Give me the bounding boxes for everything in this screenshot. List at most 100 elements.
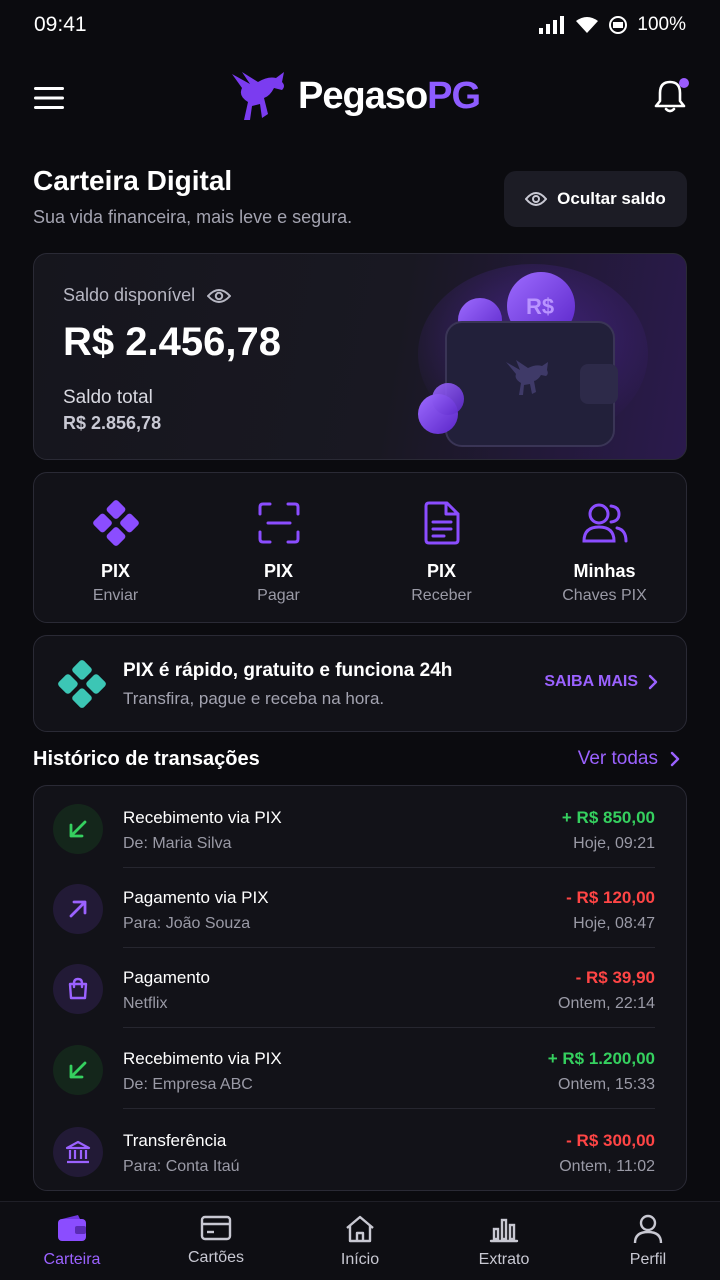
transaction-icon bbox=[53, 964, 103, 1014]
svg-text:R$: R$ bbox=[526, 294, 554, 319]
quick-action-pix-keys[interactable]: Minhas Chaves PIX bbox=[523, 473, 686, 622]
arrow-down-left-icon bbox=[69, 820, 87, 838]
logo-text-main: Pegaso bbox=[298, 74, 428, 117]
transaction-amount: + R$ 1.200,00 bbox=[547, 1049, 655, 1068]
logo-text: PegasoPG bbox=[298, 74, 481, 118]
transaction-party: De: Maria Silva bbox=[123, 835, 232, 852]
arrow-down-left-icon bbox=[69, 1061, 87, 1079]
quick-action-title: Minhas bbox=[573, 561, 636, 581]
signal-icon bbox=[539, 16, 565, 34]
nav-tab-perfil[interactable]: Perfil bbox=[576, 1202, 720, 1280]
transaction-date: Ontem, 15:33 bbox=[558, 1076, 655, 1093]
transaction-date: Ontem, 22:14 bbox=[558, 995, 655, 1012]
available-balance-row: Saldo disponível bbox=[63, 285, 232, 306]
bank-icon bbox=[65, 1140, 91, 1164]
nav-tab-extrato[interactable]: Extrato bbox=[432, 1202, 576, 1280]
transaction-amount: - R$ 120,00 bbox=[566, 888, 655, 907]
transaction-amount: - R$ 39,90 bbox=[575, 968, 655, 987]
transaction-date: Ontem, 11:02 bbox=[559, 1158, 655, 1175]
transaction-party: Netflix bbox=[123, 995, 168, 1012]
transaction-date: Hoje, 08:47 bbox=[573, 915, 655, 932]
notifications-button[interactable] bbox=[653, 77, 689, 119]
quick-action-subtitle: Receber bbox=[411, 587, 472, 604]
nav-label: Cartões bbox=[187, 1249, 245, 1266]
quick-action-pix-send[interactable]: PIX Enviar bbox=[34, 473, 197, 622]
balance-card: Saldo disponível R$ 2.456,78 Saldo total… bbox=[33, 253, 687, 460]
transaction-row[interactable]: Transferência Para: Conta Itaú - R$ 300,… bbox=[34, 1111, 688, 1191]
transaction-icon bbox=[53, 804, 103, 854]
nav-tab-carteira[interactable]: Carteira bbox=[0, 1202, 144, 1280]
transaction-icon bbox=[53, 884, 103, 934]
pix-banner-title: PIX é rápido, gratuito e funciona 24h bbox=[123, 660, 453, 681]
quick-action-title: PIX bbox=[426, 561, 456, 581]
arrow-up-right-icon bbox=[69, 900, 87, 918]
transaction-party: Para: Conta Itaú bbox=[123, 1158, 240, 1175]
app-logo: PegasoPG bbox=[228, 66, 481, 126]
chevron-right-icon bbox=[670, 751, 680, 767]
transaction-row[interactable]: Recebimento via PIX De: Empresa ABC + R$… bbox=[34, 1029, 688, 1109]
transaction-amount: - R$ 300,00 bbox=[566, 1131, 655, 1150]
transaction-row[interactable]: Recebimento via PIX De: Maria Silva + R$… bbox=[34, 788, 688, 868]
pix-teal-icon bbox=[58, 660, 106, 708]
quick-action-subtitle: Chaves PIX bbox=[562, 587, 647, 604]
eye-icon bbox=[525, 192, 548, 206]
total-balance-value: R$ 2.856,78 bbox=[63, 413, 162, 433]
quick-action-pix-pay[interactable]: PIX Pagar bbox=[197, 473, 360, 622]
transaction-icon bbox=[53, 1127, 103, 1177]
pix-banner-subtitle: Transfira, pague e receba na hora. bbox=[123, 689, 385, 708]
available-balance-value: R$ 2.456,78 bbox=[63, 320, 281, 364]
status-bar: 09:41 100% bbox=[0, 0, 720, 50]
transaction-icon bbox=[53, 1045, 103, 1095]
shopping-bag-icon bbox=[68, 977, 88, 1000]
history-title: Histórico de transações bbox=[33, 748, 260, 770]
total-balance-label: Saldo total bbox=[63, 387, 153, 408]
available-balance-label: Saldo disponível bbox=[63, 285, 196, 305]
transaction-row[interactable]: Pagamento via PIX Para: João Souza - R$ … bbox=[34, 868, 688, 948]
page-title: Carteira Digital bbox=[33, 165, 233, 196]
battery-icon bbox=[609, 16, 628, 34]
chart-icon bbox=[489, 1218, 519, 1243]
transaction-party: Para: João Souza bbox=[123, 915, 251, 932]
nav-label: Carteira bbox=[43, 1251, 101, 1268]
quick-action-pix-receive[interactable]: PIX Receber bbox=[360, 473, 523, 622]
quick-action-title: PIX bbox=[263, 561, 293, 581]
wallet-illustration: R$ bbox=[418, 264, 648, 447]
card-icon bbox=[200, 1215, 232, 1241]
nav-label: Perfil bbox=[629, 1251, 667, 1268]
notification-dot bbox=[679, 77, 689, 88]
quick-actions: PIX Enviar PIX Pagar PIX Receber Minhas … bbox=[33, 472, 687, 623]
transaction-title: Pagamento via PIX bbox=[123, 888, 269, 907]
transaction-party: De: Empresa ABC bbox=[123, 1076, 253, 1093]
page-subtitle: Sua vida financeira, mais leve e segura. bbox=[33, 207, 353, 227]
eye-toggle-icon[interactable] bbox=[207, 288, 232, 304]
hide-balance-label: Ocultar saldo bbox=[557, 189, 666, 208]
pegasus-logo-icon bbox=[232, 72, 284, 120]
menu-icon[interactable] bbox=[33, 85, 65, 111]
status-icons: 100% bbox=[539, 14, 686, 36]
nav-tab-inicio[interactable]: Início bbox=[288, 1202, 432, 1280]
scan-icon bbox=[258, 502, 299, 544]
logo-text-accent: PG bbox=[427, 74, 481, 117]
learn-more-label: SAIBA MAIS bbox=[544, 673, 638, 690]
see-all-link[interactable]: Ver todas bbox=[578, 748, 680, 770]
battery-level: 100% bbox=[637, 14, 686, 35]
nav-tab-cartoes[interactable]: Cartões bbox=[144, 1202, 288, 1280]
quick-action-subtitle: Enviar bbox=[92, 587, 139, 604]
hide-balance-button[interactable]: Ocultar saldo bbox=[504, 171, 687, 227]
pix-icon bbox=[92, 500, 139, 546]
pix-info-banner[interactable]: PIX é rápido, gratuito e funciona 24h Tr… bbox=[33, 635, 687, 732]
nav-label: Início bbox=[340, 1251, 380, 1268]
transaction-row[interactable]: Pagamento Netflix - R$ 39,90 Ontem, 22:1… bbox=[34, 948, 688, 1028]
transaction-title: Transferência bbox=[123, 1131, 227, 1150]
nav-label: Extrato bbox=[478, 1251, 530, 1268]
quick-action-title: PIX bbox=[100, 561, 130, 581]
transaction-title: Recebimento via PIX bbox=[123, 808, 282, 827]
home-icon bbox=[346, 1215, 374, 1243]
divider bbox=[123, 1027, 655, 1028]
divider bbox=[123, 1108, 655, 1109]
wallet-icon bbox=[58, 1215, 86, 1241]
see-all-label: Ver todas bbox=[577, 748, 658, 769]
page-header: Carteira Digital Sua vida financeira, ma… bbox=[33, 165, 352, 228]
learn-more-link[interactable]: SAIBA MAIS bbox=[544, 673, 658, 691]
app-header: PegasoPG bbox=[0, 62, 720, 134]
